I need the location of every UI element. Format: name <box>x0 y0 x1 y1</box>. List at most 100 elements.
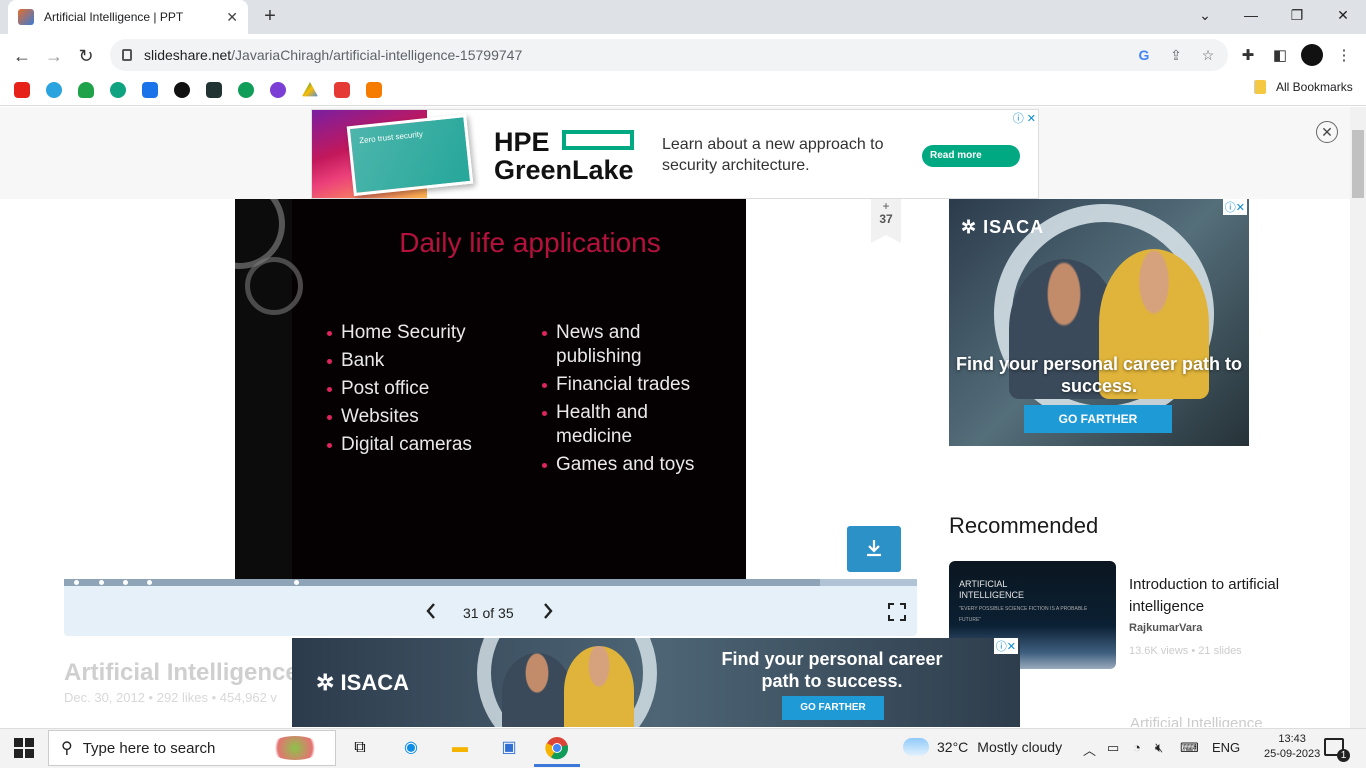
recommended-heading: Recommended <box>949 513 1099 538</box>
isaca-bottom-ad[interactable]: ✲ ISACA Find your personal career path t… <box>292 638 1020 727</box>
extensions-icon[interactable]: ✚ <box>1237 45 1259 67</box>
slide-canvas: Daily life applications Home Security Ba… <box>235 199 746 579</box>
cloudy-weather-icon <box>903 738 929 756</box>
purple-app-bookmark-icon[interactable] <box>270 82 286 98</box>
task-view-icon[interactable]: ⧉ <box>346 734 374 762</box>
slide-bullet: Digital cameras <box>327 433 472 457</box>
bookmarks-bar <box>0 76 1366 106</box>
document-title: Artificial Intelligence <box>64 659 299 686</box>
cloud-bookmark-icon[interactable] <box>78 82 94 98</box>
save-slide-bookmark[interactable]: + 37 <box>871 199 901 243</box>
hpe-logo-icon <box>562 130 634 150</box>
isaca-logo: ✲ ISACA <box>961 217 1045 237</box>
url-domain: slideshare.net <box>144 47 232 63</box>
adchoices-icon[interactable]: ⓘ✕ <box>993 638 1018 654</box>
bookmark-count: 37 <box>879 212 893 226</box>
recommended-title-link[interactable]: Artificial Intelligence <box>1130 715 1263 727</box>
windows-start-button[interactable] <box>14 738 34 758</box>
grid-app-bookmark-icon[interactable] <box>142 82 158 98</box>
microsoft-store-icon[interactable]: ▣ <box>495 734 523 762</box>
show-hidden-icons-icon[interactable]: ︿ <box>1083 740 1096 759</box>
back-button[interactable]: ← <box>8 42 36 70</box>
play-bookmark-icon[interactable] <box>238 82 254 98</box>
recommended-stats: 13.6K views • 21 slides <box>1129 645 1242 657</box>
search-placeholder: Type here to search <box>82 739 216 757</box>
side-panel-icon[interactable]: ◧ <box>1269 45 1291 67</box>
tab-close-icon[interactable]: ✕ <box>226 9 238 26</box>
search-icon: ⚲ <box>61 740 73 757</box>
chrome-icon <box>545 737 569 760</box>
slide-bullet: Websites <box>327 405 419 429</box>
youtube-bookmark-icon[interactable] <box>14 82 30 98</box>
notifications-icon[interactable]: 1 <box>1324 738 1350 762</box>
fullscreen-icon <box>888 603 906 621</box>
download-button[interactable] <box>847 526 901 572</box>
chatgpt-bookmark-icon[interactable] <box>110 82 126 98</box>
google-lens-icon[interactable]: G <box>1134 45 1154 65</box>
chevron-left-icon <box>426 603 435 619</box>
adchoices-icon[interactable]: ⓘ✕ <box>1222 199 1247 215</box>
taskbar-search[interactable]: ⚲ Type here to search <box>48 730 336 766</box>
minimize-button[interactable]: — <box>1228 0 1274 30</box>
ad-read-more-button[interactable]: Read more <box>922 145 1020 167</box>
close-window-button[interactable]: ✕ <box>1320 0 1366 30</box>
slide-bullet: Health and medicine <box>542 401 676 449</box>
language-indicator[interactable]: ENG <box>1212 740 1240 755</box>
recommended-title-link[interactable]: Introduction to artificial intelligence <box>1129 574 1289 618</box>
all-bookmarks[interactable]: All Bookmarks <box>1254 80 1353 94</box>
ad-go-farther-button[interactable]: GO FARTHER <box>1024 405 1172 433</box>
isaca-side-ad[interactable]: ✲ ISACA Find your personal career path t… <box>949 199 1249 446</box>
windows-logo-icon <box>14 738 34 758</box>
browser-tab[interactable]: Artificial Intelligence | PPT ✕ <box>8 0 248 34</box>
slide-bullet: Home Security <box>327 321 466 345</box>
profile-avatar[interactable] <box>1301 44 1323 66</box>
new-tab-button[interactable]: + <box>258 5 282 29</box>
ad-book-image: Zero trust security <box>346 113 474 197</box>
recommended-author[interactable]: RajkumarVara <box>1129 622 1202 634</box>
reload-button[interactable]: ↻ <box>72 42 100 70</box>
slide-bullet: Games and toys <box>542 453 694 477</box>
telegram-bookmark-icon[interactable] <box>46 82 62 98</box>
close-ad-icon[interactable]: ✕ <box>1316 121 1338 143</box>
thumb-subtitle: "EVERY POSSIBLE SCIENCE FICTION IS A PRO… <box>959 606 1088 623</box>
page-scrollbar[interactable] <box>1350 107 1366 728</box>
slide-bullet: Bank <box>327 349 384 373</box>
wifi-icon[interactable]: ◔ <box>1133 740 1141 755</box>
orange-app-bookmark-icon[interactable] <box>366 82 382 98</box>
ln-bookmark-icon[interactable] <box>206 82 222 98</box>
file-explorer-icon[interactable]: ▬ <box>446 734 474 762</box>
thumb-title: ARTIFICIAL INTELLIGENCE <box>959 579 1025 600</box>
tab-search-icon[interactable]: ⌄ <box>1182 0 1228 30</box>
lock-icon[interactable] <box>122 49 132 61</box>
next-slide-button[interactable] <box>542 602 554 625</box>
weather-widget[interactable]: 32°C Mostly cloudy <box>903 738 1062 756</box>
hpe-greenlake-ad[interactable]: Zero trust security HPE GreenLake Learn … <box>311 109 1039 199</box>
ad-headline: Find your personal career path to succes… <box>721 649 943 691</box>
ad-person-image <box>502 653 572 727</box>
dark-app-bookmark-icon[interactable] <box>174 82 190 98</box>
address-bar[interactable]: slideshare.net/JavariaChiragh/artificial… <box>110 39 1228 71</box>
clock[interactable]: 13:43 25-09-2023 <box>1264 732 1320 762</box>
fullscreen-button[interactable] <box>888 603 906 621</box>
battery-icon[interactable]: ▭ <box>1107 740 1119 756</box>
red-app-bookmark-icon[interactable] <box>334 82 350 98</box>
document-meta: Dec. 30, 2012 • 292 likes • 454,962 v <box>64 690 277 705</box>
download-icon <box>867 540 881 557</box>
tab-title: Artificial Intelligence | PPT <box>44 10 184 24</box>
keyboard-icon[interactable]: ⌨ <box>1180 740 1199 756</box>
all-bookmarks-label: All Bookmarks <box>1276 80 1353 94</box>
previous-slide-button[interactable] <box>425 602 437 625</box>
forward-button[interactable]: → <box>40 42 68 70</box>
edge-icon[interactable]: ◉ <box>397 734 425 762</box>
chrome-taskbar-icon[interactable] <box>543 734 571 762</box>
scrollbar-thumb[interactable] <box>1352 130 1364 198</box>
volume-muted-icon[interactable]: 🔇︎ <box>1155 740 1163 756</box>
bookmark-star-icon[interactable]: ☆ <box>1198 45 1218 65</box>
menu-icon[interactable]: ⋮ <box>1333 45 1355 67</box>
ad-go-farther-button[interactable]: GO FARTHER <box>782 696 884 720</box>
adchoices-icon[interactable]: ⓘ ✕ <box>1013 110 1036 126</box>
restore-button[interactable]: ❐ <box>1274 0 1320 30</box>
slide-bullet: News and publishing <box>542 321 676 369</box>
share-icon[interactable]: ⇪ <box>1166 45 1186 65</box>
slide-progress-bar[interactable] <box>64 579 917 586</box>
